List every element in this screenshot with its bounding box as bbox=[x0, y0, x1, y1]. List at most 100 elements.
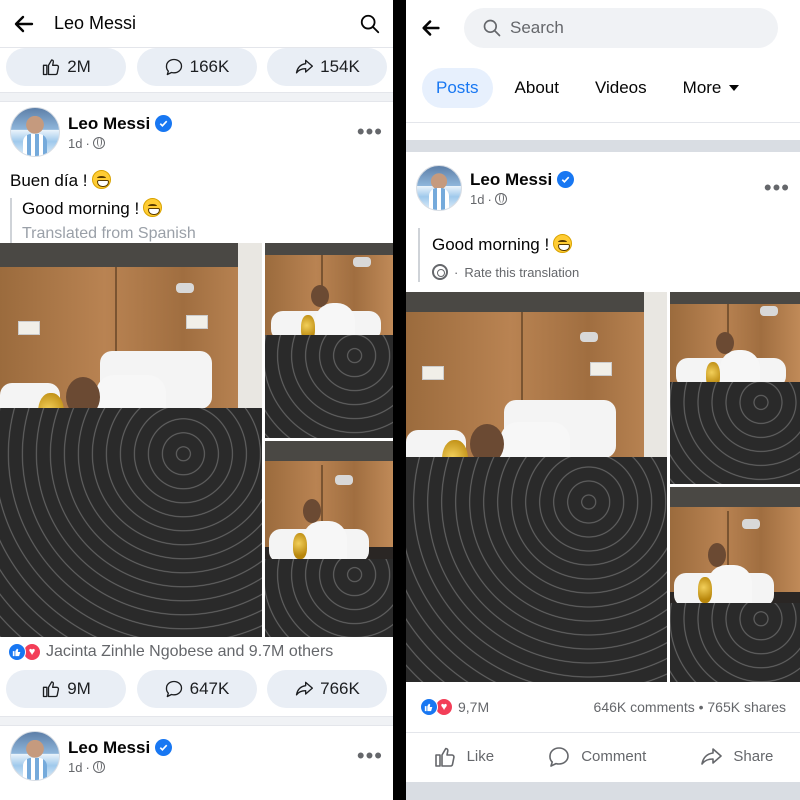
comment-button[interactable]: 647K bbox=[136, 670, 257, 708]
globe-icon bbox=[92, 761, 105, 773]
translation-note[interactable]: Translated from Spanish bbox=[22, 225, 196, 243]
comment-icon bbox=[165, 58, 182, 76]
author-name[interactable]: Leo Messi bbox=[68, 114, 150, 134]
post-actions-bar: Like Comment Share bbox=[406, 732, 800, 780]
share-icon bbox=[295, 59, 314, 74]
caret-down-icon bbox=[729, 85, 740, 91]
post-time: 1d bbox=[68, 759, 83, 775]
tab-more[interactable]: More bbox=[669, 68, 754, 108]
share-icon bbox=[295, 681, 314, 696]
like-reaction-icon bbox=[8, 643, 26, 661]
reactions-summary[interactable]: ♥ Jacinta Zinhle Ngobese and 9.7M others bbox=[8, 643, 333, 661]
post-time: 1d bbox=[68, 135, 83, 151]
photo-main[interactable] bbox=[406, 292, 667, 682]
post-text: Good morning ! bbox=[432, 235, 550, 254]
translated-text: Good morning ! bbox=[22, 199, 140, 218]
page-title: Leo Messi bbox=[54, 13, 137, 33]
author-block: Leo Messi 1d · bbox=[68, 114, 173, 151]
comment-icon bbox=[549, 746, 570, 767]
back-arrow-icon[interactable] bbox=[12, 12, 36, 36]
photo-bottom-right[interactable] bbox=[265, 441, 393, 637]
tab-more-label: More bbox=[682, 78, 722, 97]
tab-about[interactable]: About bbox=[501, 68, 573, 108]
comment-count: 647K bbox=[189, 679, 230, 698]
gear-icon bbox=[432, 264, 448, 280]
share-label: Share bbox=[733, 748, 774, 765]
tabs-divider bbox=[406, 122, 800, 123]
share-button[interactable]: 766K bbox=[267, 670, 387, 708]
search-icon[interactable] bbox=[359, 13, 381, 35]
section-divider bbox=[0, 92, 393, 102]
grinning-emoji-icon bbox=[91, 170, 111, 189]
comment-count: 166K bbox=[189, 57, 230, 76]
author-name[interactable]: Leo Messi bbox=[68, 738, 150, 758]
post-text: Buen día ! bbox=[10, 171, 88, 190]
comment-button[interactable]: 166K bbox=[136, 48, 257, 86]
more-dots-icon[interactable]: ••• bbox=[357, 743, 383, 769]
back-arrow-icon[interactable] bbox=[420, 17, 442, 39]
search-icon bbox=[483, 19, 501, 37]
avatar[interactable] bbox=[10, 107, 60, 157]
like-button[interactable]: Like bbox=[433, 745, 494, 769]
tab-videos[interactable]: Videos bbox=[581, 68, 661, 108]
share-count: 766K bbox=[320, 679, 360, 698]
photo-column bbox=[265, 243, 393, 637]
share-button[interactable]: Share bbox=[699, 745, 773, 769]
post-time: 1d bbox=[470, 191, 485, 207]
reactions-text: Jacinta Zinhle Ngobese and 9.7M others bbox=[46, 643, 334, 660]
more-dots-icon[interactable]: ••• bbox=[357, 119, 383, 145]
like-button[interactable]: 9M bbox=[6, 670, 126, 708]
rate-translation[interactable]: · Rate this translation bbox=[432, 264, 579, 280]
photo-bottom-right[interactable] bbox=[670, 487, 800, 682]
comment-icon bbox=[165, 680, 182, 698]
right-phone-screen: Search Posts About Videos More Leo Messi… bbox=[406, 0, 800, 800]
author-block: Leo Messi 1d · bbox=[470, 170, 575, 207]
share-count: 154K bbox=[320, 57, 360, 76]
author-name[interactable]: Leo Messi bbox=[470, 170, 552, 190]
globe-icon bbox=[92, 137, 105, 149]
grinning-emoji-icon bbox=[143, 198, 163, 217]
tab-posts[interactable]: Posts bbox=[422, 68, 493, 108]
photo-column bbox=[670, 292, 800, 682]
share-icon bbox=[701, 747, 723, 765]
like-icon bbox=[43, 59, 60, 76]
photo-main[interactable] bbox=[0, 243, 262, 637]
verified-icon bbox=[557, 171, 575, 188]
translation-bar bbox=[418, 228, 420, 282]
more-dots-icon[interactable]: ••• bbox=[764, 175, 790, 201]
reaction-count: 9,7M bbox=[458, 699, 490, 715]
photo-grid bbox=[0, 243, 393, 637]
post-header: Leo Messi 1d · ••• bbox=[406, 160, 800, 216]
profile-tabs: Posts About Videos More bbox=[422, 68, 800, 108]
grinning-emoji-icon bbox=[553, 234, 573, 253]
section-divider bbox=[0, 716, 393, 726]
avatar[interactable] bbox=[416, 165, 462, 211]
photo-grid bbox=[406, 292, 800, 682]
comment-button[interactable]: Comment bbox=[547, 745, 646, 769]
like-icon bbox=[43, 681, 60, 698]
section-divider bbox=[406, 782, 800, 800]
author-block: Leo Messi 1d · bbox=[68, 738, 173, 775]
like-button[interactable]: 2M bbox=[6, 48, 126, 86]
search-bar-row: Search bbox=[406, 0, 800, 56]
like-icon bbox=[434, 747, 455, 767]
comments-shares-count[interactable]: 646K comments • 765K shares bbox=[594, 699, 786, 715]
photo-top-right[interactable] bbox=[670, 292, 800, 484]
globe-icon bbox=[494, 193, 507, 205]
like-count: 9M bbox=[67, 679, 91, 698]
top-stats-row: 2M 166K 154K bbox=[0, 48, 393, 86]
post-stats-row: ♥ 9,7M 646K comments • 765K shares bbox=[420, 698, 786, 716]
avatar[interactable] bbox=[10, 731, 60, 781]
post-text-row: Good morning ! bbox=[432, 234, 573, 255]
like-count: 2M bbox=[67, 57, 91, 76]
photo-top-right[interactable] bbox=[265, 243, 393, 438]
section-divider bbox=[406, 140, 800, 152]
reactions-summary[interactable]: ♥ 9,7M bbox=[420, 698, 489, 716]
share-button[interactable]: 154K bbox=[267, 48, 387, 86]
rate-translation-label: Rate this translation bbox=[464, 264, 580, 280]
search-input[interactable]: Search bbox=[464, 8, 778, 48]
top-bar: Leo Messi bbox=[0, 0, 393, 48]
post-stats-row: 9M 647K 766K bbox=[0, 670, 393, 708]
verified-icon bbox=[155, 739, 173, 756]
post-header: Leo Messi 1d · ••• bbox=[0, 104, 393, 160]
